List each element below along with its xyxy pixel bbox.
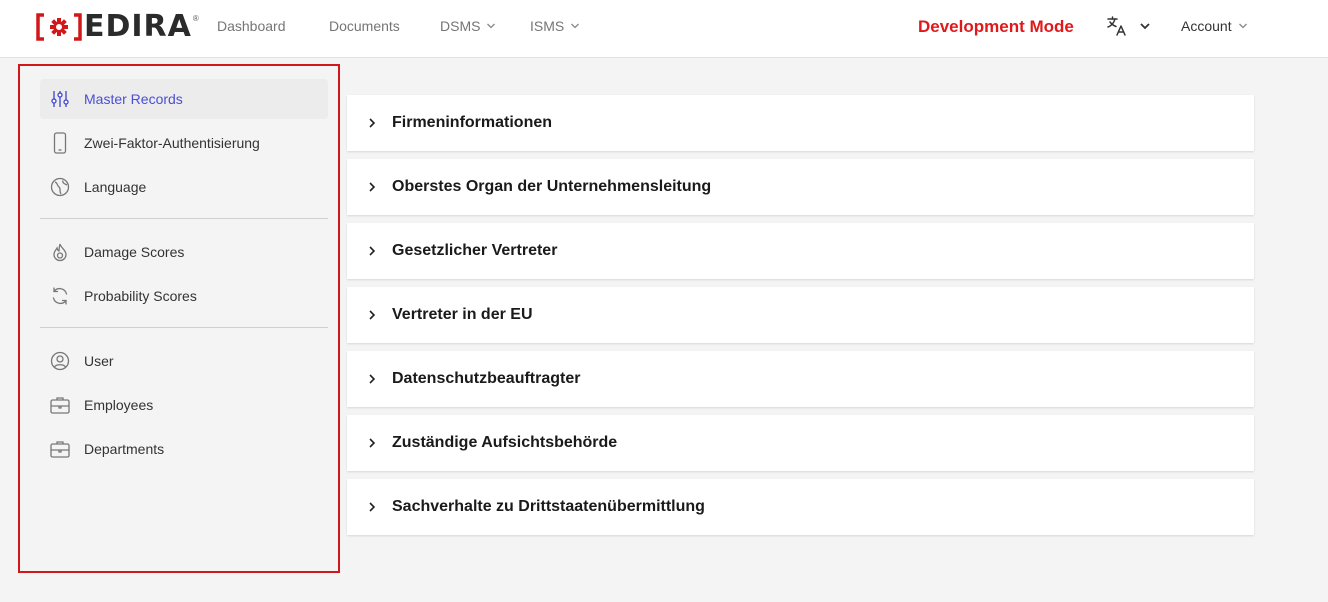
sidebar-item-label: Probability Scores (84, 288, 197, 304)
account-dropdown[interactable]: Account (1181, 18, 1248, 34)
accordion-drittstaatenuebermittlung[interactable]: Sachverhalte zu Drittstaatenübermittlung (347, 479, 1254, 535)
accordion-label: Gesetzlicher Vertreter (392, 242, 558, 259)
nav-isms-label: ISMS (530, 18, 565, 34)
sidebar-item-two-factor-auth[interactable]: Zwei-Faktor-Authentisierung (40, 123, 328, 163)
sidebar-divider (40, 218, 328, 219)
chevron-right-icon (369, 118, 376, 128)
chevron-down-icon (487, 23, 496, 29)
fire-icon (49, 241, 71, 263)
logo-mark-icon (36, 13, 82, 41)
refresh-icon (49, 285, 71, 307)
chevron-down-icon (1238, 23, 1247, 29)
nav-dsms-label: DSMS (440, 18, 481, 34)
nav-dashboard[interactable]: Dashboard (217, 18, 286, 34)
globe-icon (49, 176, 71, 198)
translate-icon (1107, 16, 1126, 36)
sidebar-item-label: User (84, 353, 114, 369)
nav-documents[interactable]: Documents (329, 18, 400, 34)
sliders-icon (49, 88, 71, 110)
sidebar-item-label: Damage Scores (84, 244, 185, 260)
accordion-oberstes-organ[interactable]: Oberstes Organ der Unternehmensleitung (347, 159, 1254, 215)
logo-text: EDIRA (84, 9, 192, 44)
sidebar-item-master-records[interactable]: Master Records (40, 79, 328, 119)
accordion-label: Oberstes Organ der Unternehmensleitung (392, 178, 712, 195)
language-switcher[interactable] (1105, 14, 1151, 38)
sidebar-item-label: Employees (84, 397, 154, 413)
logo-registered-mark: ® (192, 14, 199, 23)
sidebar-divider (40, 327, 328, 328)
sidebar-item-label: Language (84, 179, 147, 195)
accordion-label: Vertreter in der EU (392, 306, 533, 323)
sidebar-item-label: Zwei-Faktor-Authentisierung (84, 135, 260, 151)
chevron-right-icon (369, 182, 376, 192)
top-navbar: EDIRA ® Dashboard Documents DSMS ISMS De… (0, 0, 1328, 58)
development-mode-badge: Development Mode (918, 17, 1074, 36)
account-label: Account (1181, 18, 1232, 34)
phone-icon (49, 132, 71, 154)
briefcase-icon (49, 438, 71, 460)
nav-dashboard-label: Dashboard (217, 18, 286, 34)
accordion-label: Firmeninformationen (392, 114, 553, 131)
user-circle-icon (49, 350, 71, 372)
sidebar-item-employees[interactable]: Employees (40, 385, 328, 425)
accordion-label: Datenschutzbeauftragter (392, 370, 581, 387)
nav-documents-label: Documents (329, 18, 400, 34)
accordion-label: Sachverhalte zu Drittstaatenübermittlung (392, 498, 705, 515)
sidebar-item-language[interactable]: Language (40, 167, 328, 207)
sidebar-item-probability-scores[interactable]: Probability Scores (40, 276, 328, 316)
sidebar-item-label: Departments (84, 441, 165, 457)
chevron-right-icon (369, 310, 376, 320)
accordion-datenschutzbeauftragter[interactable]: Datenschutzbeauftragter (347, 351, 1254, 407)
accordion-vertreter-eu[interactable]: Vertreter in der EU (347, 287, 1254, 343)
accordion-aufsichtsbehoerde[interactable]: Zuständige Aufsichtsbehörde (347, 415, 1254, 471)
settings-sidebar: Master Records Zwei-Faktor-Authentisieru… (18, 64, 340, 573)
chevron-right-icon (369, 438, 376, 448)
sidebar-item-user[interactable]: User (40, 341, 328, 381)
chevron-right-icon (369, 374, 376, 384)
accordion-firmeninformationen[interactable]: Firmeninformationen (347, 95, 1254, 151)
chevron-down-icon (1140, 23, 1150, 30)
sidebar-item-label: Master Records (84, 91, 183, 107)
accordion-label: Zuständige Aufsichtsbehörde (392, 434, 618, 451)
nav-isms-dropdown[interactable]: ISMS (530, 18, 580, 34)
nav-dsms-dropdown[interactable]: DSMS (440, 18, 496, 34)
chevron-right-icon (369, 502, 376, 512)
briefcase-icon (49, 394, 71, 416)
sidebar-item-departments[interactable]: Departments (40, 429, 328, 469)
chevron-right-icon (369, 246, 376, 256)
chevron-down-icon (571, 23, 580, 29)
edira-logo[interactable]: EDIRA ® (36, 10, 199, 44)
accordion-gesetzlicher-vertreter[interactable]: Gesetzlicher Vertreter (347, 223, 1254, 279)
sidebar-item-damage-scores[interactable]: Damage Scores (40, 232, 328, 272)
